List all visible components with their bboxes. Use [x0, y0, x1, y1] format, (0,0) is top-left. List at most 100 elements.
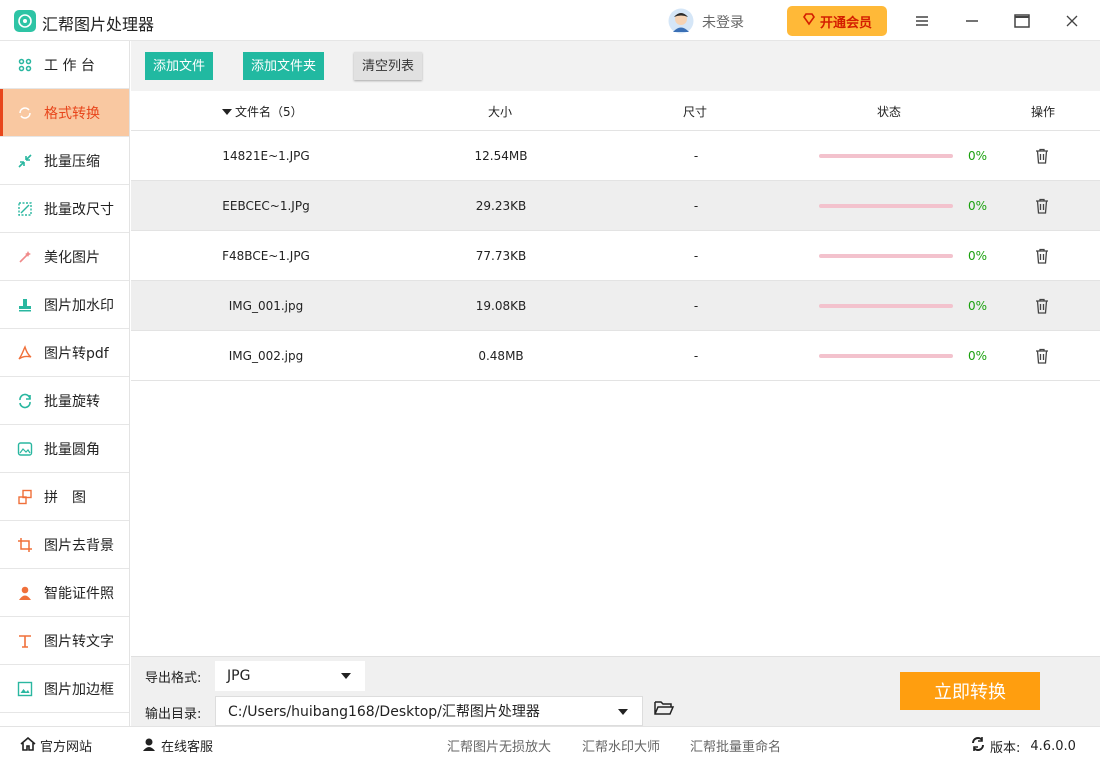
avatar-icon[interactable]	[668, 8, 694, 34]
sidebar-item-collage[interactable]: 拼 图	[0, 473, 129, 521]
title-bar: 汇帮图片处理器 未登录 开通会员	[0, 0, 1100, 41]
app-title: 汇帮图片处理器	[42, 15, 155, 34]
sidebar-item-label: 批量圆角	[44, 441, 100, 458]
compress-icon	[16, 152, 34, 170]
progress-percent: 0%	[968, 199, 988, 213]
vip-button-label: 开通会员	[819, 15, 872, 31]
sidebar-item-label: 图片转pdf	[44, 345, 109, 362]
file-list: 14821E~1.JPG 12.54MB - 0% EEBCEC~1.JPg 2…	[131, 131, 1100, 381]
sidebar-item-label: 批量改尺寸	[44, 201, 114, 218]
progress-percent: 0%	[968, 299, 988, 313]
main-panel: 添加文件 添加文件夹 清空列表 文件名（5） 大小 尺寸 状态 操作 14821…	[131, 41, 1100, 656]
progress-bar	[819, 204, 953, 208]
file-size: 29.23KB	[475, 199, 527, 213]
sort-by-name-header[interactable]: 文件名（5）	[222, 103, 303, 120]
sidebar-item-format-convert[interactable]: 格式转换	[0, 89, 129, 137]
table-row[interactable]: IMG_002.jpg 0.48MB - 0%	[131, 331, 1100, 381]
trash-icon[interactable]	[1033, 197, 1051, 215]
convert-icon	[16, 104, 34, 122]
sidebar-item-watermark[interactable]: 图片加水印	[0, 281, 129, 329]
sidebar-item-beautify[interactable]: 美化图片	[0, 233, 129, 281]
column-header-size: 大小	[488, 105, 513, 119]
refresh-icon	[970, 736, 986, 756]
sidebar-item-id-photo[interactable]: 智能证件照	[0, 569, 129, 617]
sidebar-item-to-pdf[interactable]: 图片转pdf	[0, 329, 129, 377]
trash-icon[interactable]	[1033, 247, 1051, 265]
official-website-link[interactable]: 官方网站	[20, 736, 92, 755]
official-website-label: 官方网站	[40, 740, 93, 755]
file-dimensions: -	[693, 249, 699, 263]
watermark-icon	[16, 296, 34, 314]
open-folder-icon[interactable]	[653, 699, 675, 719]
sidebar-item-rounded-corners[interactable]: 批量圆角	[0, 425, 129, 473]
rounded-image-icon	[16, 440, 34, 458]
clear-list-button[interactable]: 清空列表	[354, 52, 423, 80]
vip-button[interactable]: 开通会员	[787, 6, 887, 36]
footer-link-rename[interactable]: 汇帮批量重命名	[690, 736, 781, 755]
output-dir-label: 输出目录:	[145, 707, 202, 722]
add-folder-button[interactable]: 添加文件夹	[243, 52, 325, 80]
trash-icon[interactable]	[1033, 347, 1051, 365]
convert-now-button[interactable]: 立即转换	[900, 672, 1040, 710]
sidebar: 工 作 台 格式转换 批量压缩 批量改尺寸 美化图片 图片加水印 图片转pdf …	[0, 41, 130, 726]
file-size: 19.08KB	[475, 299, 527, 313]
file-size: 12.54MB	[474, 149, 528, 163]
pdf-icon	[16, 344, 34, 362]
table-row[interactable]: EEBCEC~1.JPg 29.23KB - 0%	[131, 181, 1100, 231]
table-row[interactable]: 14821E~1.JPG 12.54MB - 0%	[131, 131, 1100, 181]
text-icon	[16, 632, 34, 650]
output-dir-select[interactable]: C:/Users/huibang168/Desktop/汇帮图片处理器	[215, 696, 643, 726]
sidebar-item-to-text[interactable]: 图片转文字	[0, 617, 129, 665]
trash-icon[interactable]	[1033, 147, 1051, 165]
diamond-icon	[802, 12, 816, 30]
beautify-icon	[16, 248, 34, 266]
sidebar-item-compress[interactable]: 批量压缩	[0, 137, 129, 185]
footer-link-upscale[interactable]: 汇帮图片无损放大	[447, 736, 551, 755]
collage-icon	[16, 488, 34, 506]
sidebar-item-label: 图片加边框	[44, 681, 114, 698]
file-dimensions: -	[693, 199, 699, 213]
rotate-icon	[16, 392, 34, 410]
trash-icon[interactable]	[1033, 297, 1051, 315]
output-settings-panel: 导出格式: JPG 输出目录: C:/Users/huibang168/Desk…	[131, 656, 1100, 726]
home-icon	[20, 736, 36, 755]
progress-bar	[819, 254, 953, 258]
sidebar-item-workbench[interactable]: 工 作 台	[0, 41, 129, 89]
sort-down-icon	[222, 105, 232, 119]
file-name: 14821E~1.JPG	[222, 149, 310, 163]
version-info[interactable]: 版本: 4.6.0.0	[970, 736, 1076, 756]
export-format-value: JPG	[227, 668, 251, 684]
sidebar-item-label: 工 作 台	[44, 57, 95, 74]
output-dir-value: C:/Users/huibang168/Desktop/汇帮图片处理器	[228, 704, 540, 720]
login-status-link[interactable]: 未登录	[702, 12, 744, 32]
resize-icon	[16, 200, 34, 218]
file-dimensions: -	[693, 299, 699, 313]
version-label: 版本:	[990, 740, 1021, 756]
close-icon[interactable]	[1061, 10, 1083, 32]
sidebar-item-label: 图片去背景	[44, 537, 114, 554]
export-format-select[interactable]: JPG	[215, 661, 365, 691]
table-row[interactable]: IMG_001.jpg 19.08KB - 0%	[131, 281, 1100, 331]
progress-percent: 0%	[968, 349, 988, 363]
progress-bar	[819, 304, 953, 308]
table-row[interactable]: F48BCE~1.JPG 77.73KB - 0%	[131, 231, 1100, 281]
chevron-down-icon	[341, 673, 351, 679]
customer-service-icon	[141, 737, 157, 755]
grid-icon	[16, 56, 34, 74]
sidebar-item-remove-bg[interactable]: 图片去背景	[0, 521, 129, 569]
sidebar-item-label: 拼 图	[44, 489, 86, 506]
footer-link-watermark[interactable]: 汇帮水印大师	[582, 736, 660, 755]
sidebar-item-resize[interactable]: 批量改尺寸	[0, 185, 129, 233]
version-value: 4.6.0.0	[1030, 738, 1076, 754]
file-name: EEBCEC~1.JPg	[222, 199, 310, 213]
crop-icon	[16, 536, 34, 554]
online-service-link[interactable]: 在线客服	[141, 736, 213, 755]
sidebar-item-rotate[interactable]: 批量旋转	[0, 377, 129, 425]
menu-icon[interactable]	[911, 10, 933, 32]
app-logo-icon	[14, 10, 36, 32]
maximize-icon[interactable]	[1011, 10, 1033, 32]
add-file-button[interactable]: 添加文件	[145, 52, 214, 80]
toolbar: 添加文件 添加文件夹 清空列表	[131, 41, 1100, 91]
sidebar-item-border[interactable]: 图片加边框	[0, 665, 129, 713]
minimize-icon[interactable]	[961, 10, 983, 32]
